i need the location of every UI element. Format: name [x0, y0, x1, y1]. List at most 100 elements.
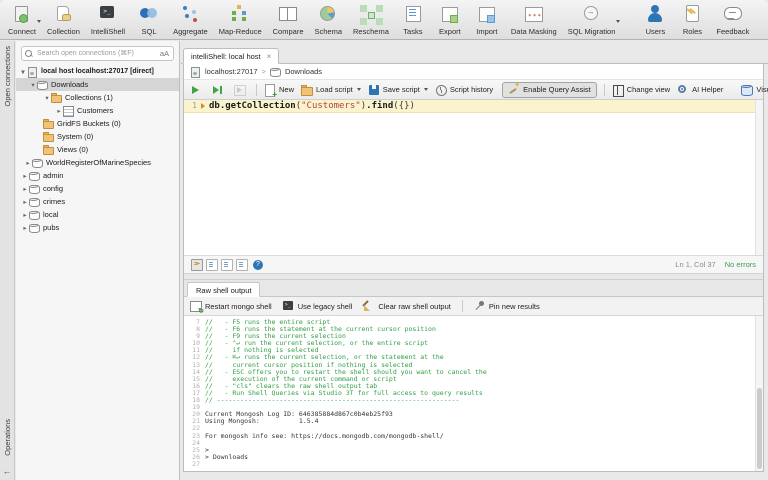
tree-item[interactable]: ▸ Customers	[16, 104, 179, 117]
tree-item[interactable]: ▸ config	[16, 182, 179, 195]
dropdown-arrow-icon[interactable]	[424, 88, 428, 91]
search-input[interactable]	[35, 49, 159, 58]
toolbar-button[interactable]: SQL	[136, 4, 162, 36]
toolbar-label: Import	[476, 27, 497, 36]
toolbar-button[interactable]: Data Masking	[511, 4, 557, 36]
tree-item-icon	[51, 93, 62, 103]
match-case-toggle[interactable]: aA	[159, 49, 170, 58]
tab-title: intelliShell: local host	[191, 52, 261, 61]
editor-toolbar-button[interactable]: Script history	[435, 84, 493, 96]
open-connections-panel-tab[interactable]: Open connections	[3, 46, 12, 106]
panel-splitter[interactable]	[184, 273, 763, 280]
editor-option-icon[interactable]	[206, 259, 218, 271]
shell-output-lines: 7 // - F5 runs the entire script 8 // - …	[184, 319, 755, 468]
error-status: No errors	[725, 260, 756, 269]
connections-sidebar: aA ▾ local host localhost:27017 [direct]…	[16, 41, 180, 480]
tree-item[interactable]: System (0)	[16, 130, 179, 143]
tree-item[interactable]: ▸ local	[16, 208, 179, 221]
chevron-icon[interactable]: ▸	[21, 224, 29, 232]
tree-item[interactable]: ▾ local host localhost:27017 [direct]	[16, 65, 179, 78]
output-toolbar-button[interactable]: Pin new results	[462, 300, 540, 312]
toolbar-button[interactable]: Aggregate	[173, 4, 208, 36]
toolbar-button[interactable]: Connect	[8, 4, 36, 36]
output-toolbar-button[interactable]: Use legacy shell	[283, 300, 353, 312]
editor-toolbar-button[interactable]: AI Helper	[677, 84, 723, 96]
dropdown-arrow-icon[interactable]	[37, 20, 41, 25]
toolbar-button[interactable]: Schema	[315, 4, 343, 36]
editor-toolbar-label: Change view	[627, 85, 670, 94]
tree-item[interactable]: ▸ pubs	[16, 221, 179, 234]
toolbar-button[interactable]: Reschema	[353, 4, 389, 36]
editor-option-icon[interactable]	[236, 259, 248, 271]
chevron-icon[interactable]: ▾	[29, 81, 37, 89]
chevron-icon[interactable]: ▾	[19, 68, 27, 76]
toolbar-button[interactable]: Collection	[47, 4, 80, 36]
tree-item[interactable]: GridFS Buckets (0)	[16, 117, 179, 130]
output-toolbar-button[interactable]: Restart mongo shell	[190, 300, 272, 312]
editor-toolbar-button[interactable]: Save script	[368, 84, 428, 96]
search-icon	[25, 50, 32, 57]
tree-item[interactable]: ▾ Downloads	[16, 78, 179, 91]
breadcrumb-server[interactable]: localhost:27017	[205, 67, 258, 76]
query-editor[interactable]: 1 db.getCollection("Customers").find({})	[184, 100, 763, 255]
toolbar-label: Collection	[47, 27, 80, 36]
dropdown-arrow-icon[interactable]	[616, 20, 620, 25]
editor-toolbar-button[interactable]: New	[256, 84, 294, 96]
toolbar-button[interactable]: Roles	[679, 4, 705, 36]
close-icon[interactable]: ×	[267, 52, 272, 61]
tree-item-label: Downloads	[51, 80, 88, 89]
editor-option-icon[interactable]	[221, 259, 233, 271]
output-scrollbar[interactable]	[755, 316, 763, 471]
toolbar-button[interactable]: IntelliShell	[91, 4, 125, 36]
toolbar-button[interactable]: Map-Reduce	[219, 4, 262, 36]
output-button-label: Restart mongo shell	[205, 302, 272, 311]
editor-toolbar-button[interactable]: Enable Query Assist	[502, 82, 597, 98]
tree-item[interactable]: ▸ crimes	[16, 195, 179, 208]
tree-item-icon	[63, 106, 74, 116]
help-icon[interactable]: ?	[253, 260, 263, 270]
code-line[interactable]: db.getCollection("Customers").find({})	[209, 100, 415, 112]
toolbar-button[interactable]: Export	[437, 4, 463, 36]
editor-toolbar-button[interactable]	[190, 84, 205, 96]
tree-item[interactable]: ▸ WorldRegisterOfMarineSpecies	[16, 156, 179, 169]
breadcrumb: localhost:27017 > Downloads	[184, 64, 763, 80]
statement-marker-icon	[201, 103, 205, 109]
toolbar-button[interactable]: Tasks	[400, 4, 426, 36]
toolbar-button[interactable]: SQL Migration	[568, 4, 616, 36]
dropdown-arrow-icon[interactable]	[357, 88, 361, 91]
editor-toolbar-button[interactable]: Load script	[301, 84, 361, 96]
editor-toolbar-icon	[234, 84, 246, 96]
chevron-icon[interactable]: ▸	[21, 211, 29, 219]
editor-scrollbar[interactable]	[755, 100, 763, 255]
toolbar-button[interactable]: Users	[642, 4, 668, 36]
chevron-icon[interactable]: ▸	[21, 185, 29, 193]
tree-item[interactable]: Views (0)	[16, 143, 179, 156]
toolbar-label: Export	[439, 27, 461, 36]
editor-toolbar-button[interactable]	[234, 84, 249, 96]
tree-item[interactable]: ▾ Collections (1)	[16, 91, 179, 104]
toolbar-button[interactable]: Feedback	[716, 4, 749, 36]
editor-toolbar-button[interactable]: Visual Query Builder	[741, 84, 768, 96]
breadcrumb-database[interactable]: Downloads	[285, 67, 322, 76]
tree-item-label: Views (0)	[57, 145, 88, 154]
toolbar-icon	[438, 4, 462, 25]
shell-output[interactable]: 7 // - F5 runs the entire script 8 // - …	[184, 316, 763, 471]
toolbar-icon	[316, 4, 340, 25]
editor-option-icon[interactable]	[191, 259, 203, 271]
chevron-icon[interactable]: ▸	[55, 107, 63, 115]
toolbar-button[interactable]: Compare	[273, 4, 304, 36]
editor-toolbar-button[interactable]: Change view	[604, 84, 670, 96]
chevron-icon[interactable]: ▸	[24, 159, 32, 167]
tab-intellishell[interactable]: intelliShell: local host ×	[183, 48, 279, 64]
tab-raw-shell-output[interactable]: Raw shell output	[187, 282, 260, 297]
breadcrumb-separator: >	[262, 67, 266, 76]
tree-item[interactable]: ▸ admin	[16, 169, 179, 182]
output-toolbar-button[interactable]: Clear raw shell output	[363, 300, 451, 312]
chevron-icon[interactable]: ▸	[21, 198, 29, 206]
editor-toolbar-button[interactable]	[212, 84, 227, 96]
collapse-sidebar-arrow-icon[interactable]: ←	[3, 466, 12, 476]
operations-panel-tab[interactable]: Operations	[3, 419, 12, 456]
toolbar-button[interactable]: Import	[474, 4, 500, 36]
chevron-icon[interactable]: ▾	[43, 94, 51, 102]
chevron-icon[interactable]: ▸	[21, 172, 29, 180]
